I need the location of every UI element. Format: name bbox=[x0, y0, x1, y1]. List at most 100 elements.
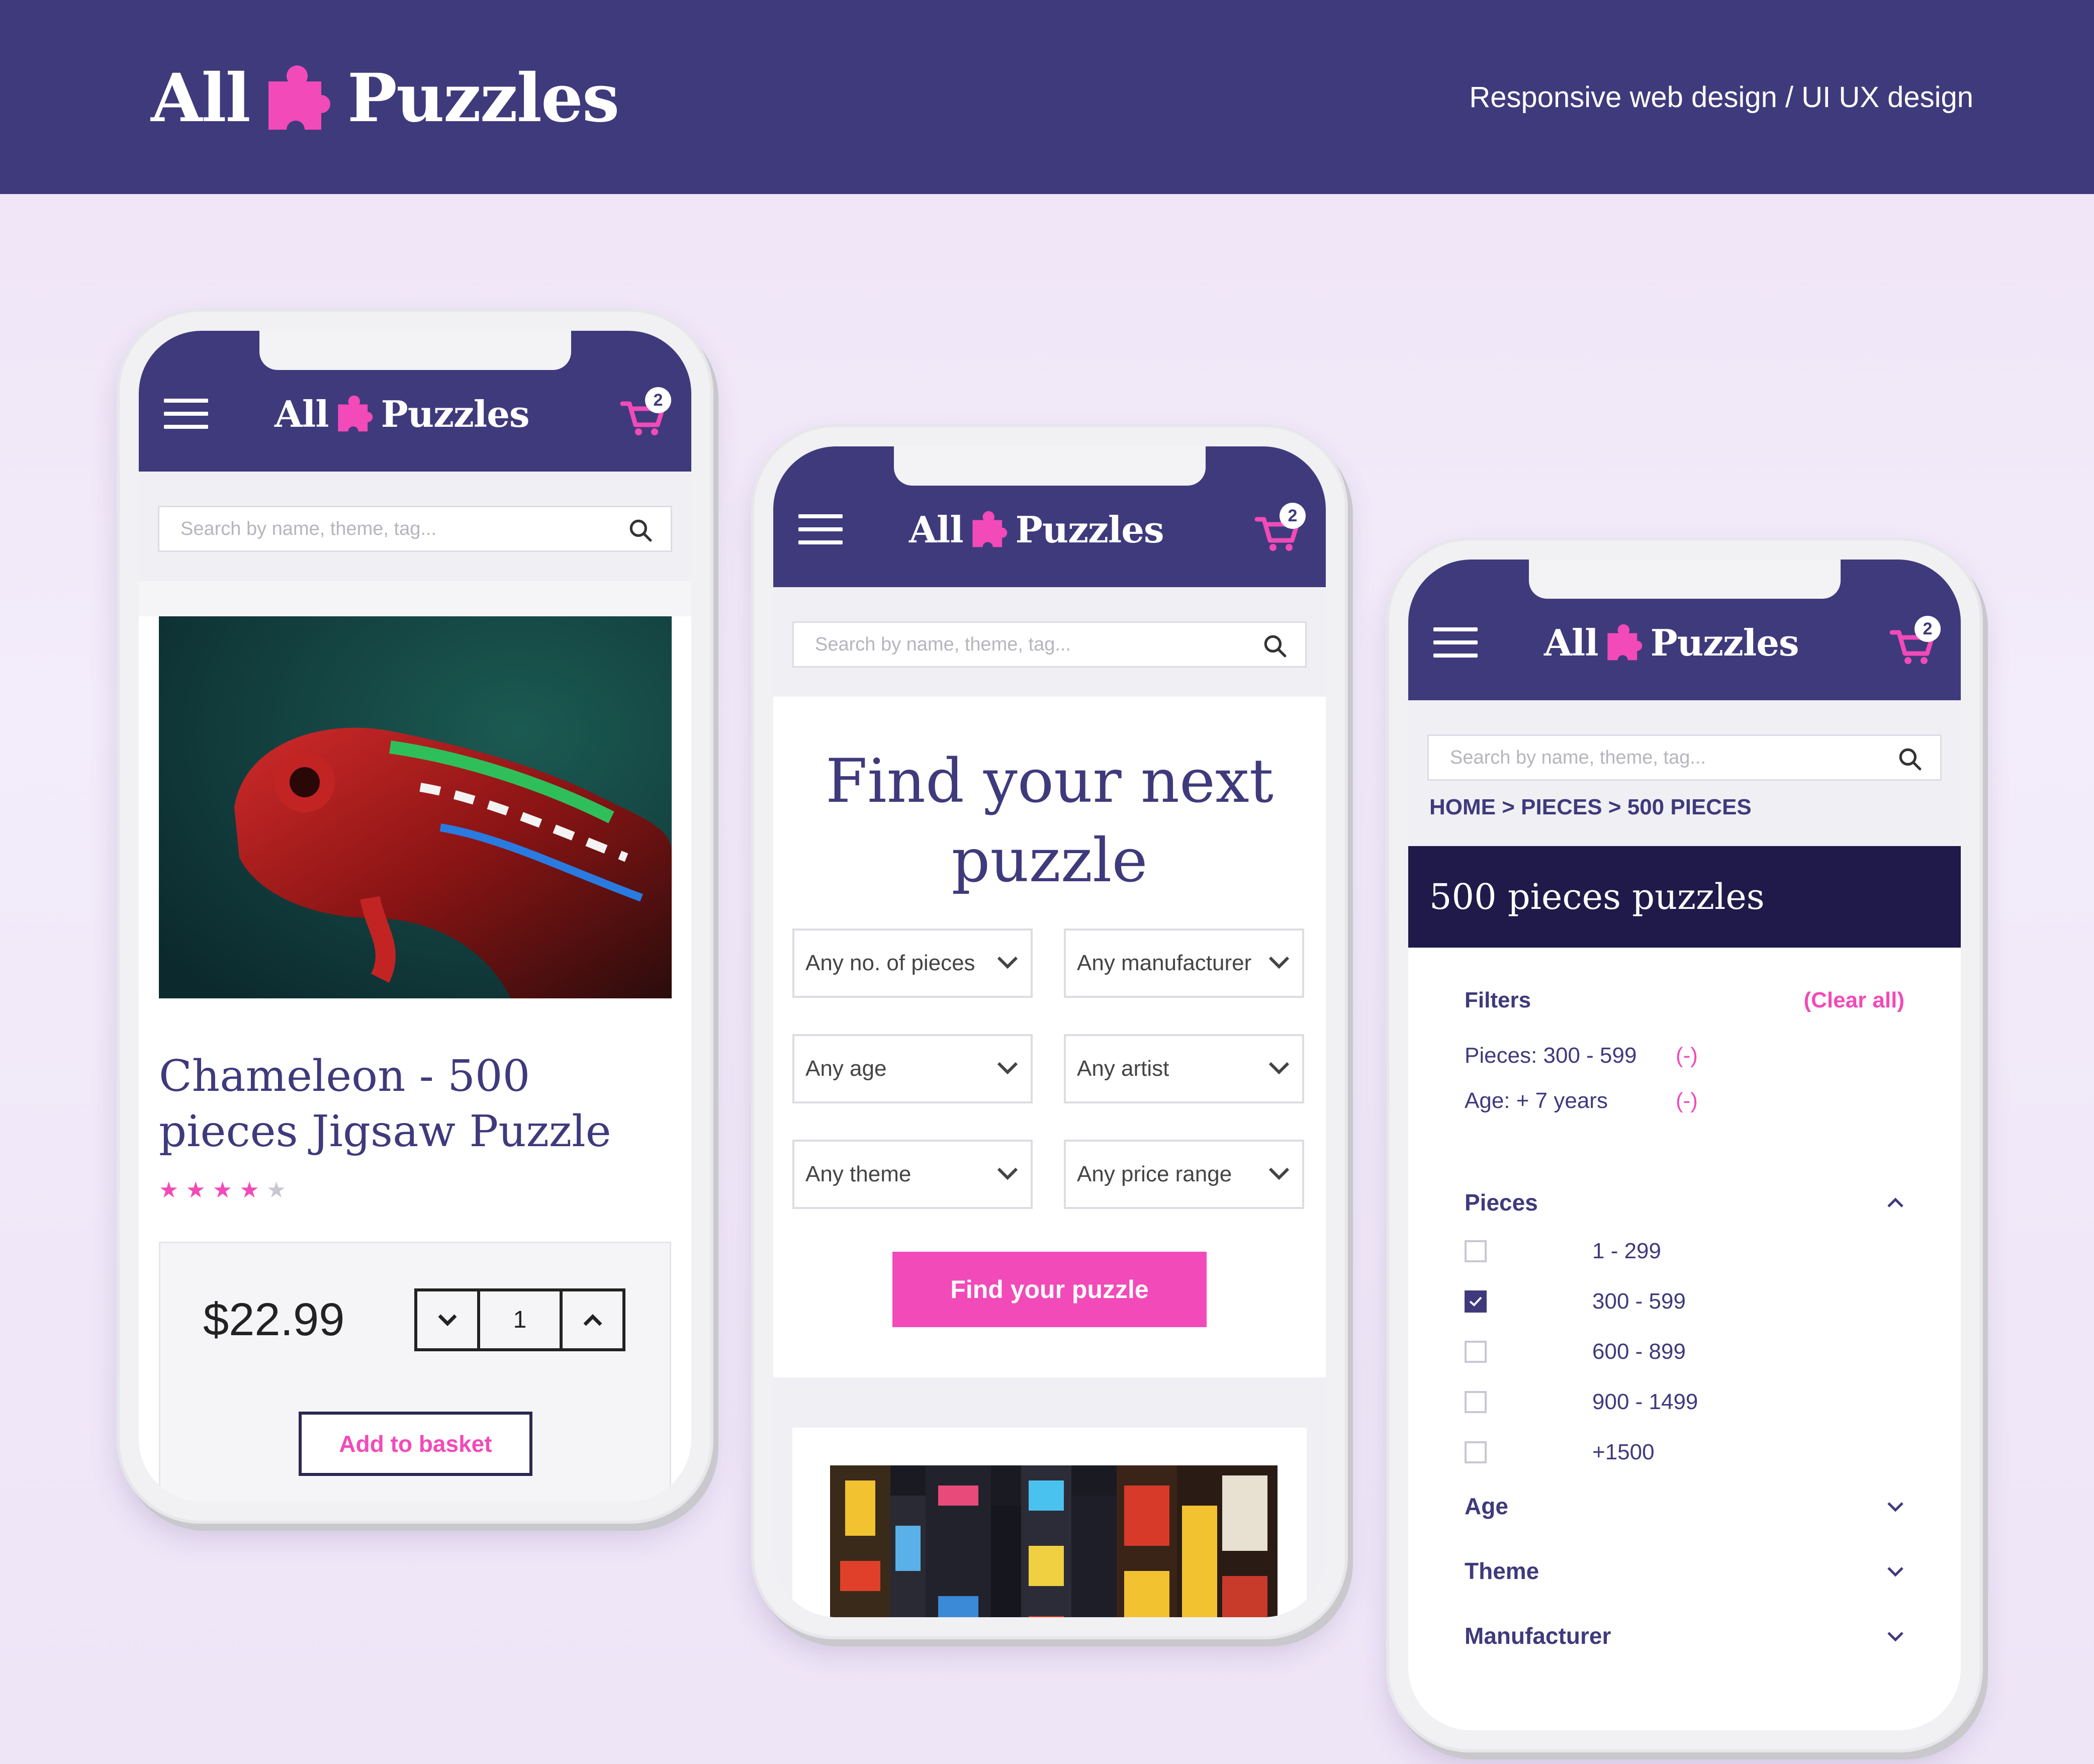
option-label: 600 - 899 bbox=[1592, 1339, 1686, 1364]
chevron-down-icon bbox=[997, 1062, 1018, 1075]
city-puzzle-image bbox=[830, 1465, 1278, 1617]
brand-text-all: All bbox=[151, 59, 251, 137]
quantity-stepper: 1 bbox=[414, 1288, 625, 1351]
search-input[interactable]: Search by name, theme, tag... bbox=[1427, 734, 1942, 781]
finder-screen: All Puzzles 2 Search by name, theme, tag… bbox=[773, 446, 1326, 1617]
search-input[interactable]: Search by name, theme, tag... bbox=[792, 621, 1307, 668]
chevron-up-icon bbox=[583, 1314, 602, 1326]
mobile-logo[interactable]: All Puzzles bbox=[275, 389, 530, 439]
star-icon: ★ bbox=[239, 1178, 259, 1202]
logo-text-all: All bbox=[1544, 621, 1599, 664]
chevron-down-icon bbox=[1268, 1062, 1290, 1075]
manufacturer-dropdown[interactable]: Any manufacturer bbox=[1064, 929, 1304, 998]
section-label: Age bbox=[1465, 1493, 1508, 1519]
increase-button[interactable] bbox=[560, 1291, 622, 1348]
price-range-dropdown[interactable]: Any price range bbox=[1064, 1140, 1304, 1209]
dropdown-value: Any age bbox=[805, 1056, 887, 1081]
dropdown-value: Any manufacturer bbox=[1077, 951, 1252, 975]
menu-icon[interactable] bbox=[164, 399, 208, 429]
remove-filter-button[interactable]: (-) bbox=[1676, 1088, 1698, 1113]
checkbox-checked[interactable] bbox=[1465, 1290, 1487, 1313]
logo-text-all: All bbox=[275, 392, 329, 435]
search-placeholder: Search by name, theme, tag... bbox=[1450, 747, 1706, 768]
product-screen: All Puzzles 2 Search by name, theme, tag… bbox=[139, 331, 691, 1502]
dropdown-value: Any artist bbox=[1077, 1056, 1169, 1081]
puzzle-finder: Find your next puzzle Any no. of pieces … bbox=[773, 697, 1326, 1377]
menu-icon[interactable] bbox=[798, 514, 843, 544]
active-filter-label: Pieces: 300 - 599 bbox=[1465, 1043, 1637, 1068]
search-icon[interactable] bbox=[1897, 746, 1923, 772]
cart-count-badge: 2 bbox=[1280, 503, 1306, 529]
age-dropdown[interactable]: Any age bbox=[792, 1034, 1033, 1103]
product-image bbox=[159, 616, 672, 998]
mobile-logo[interactable]: All Puzzles bbox=[1544, 617, 1799, 668]
piece-option[interactable]: +1500 bbox=[1465, 1427, 1904, 1477]
theme-section-toggle[interactable]: Theme bbox=[1465, 1557, 1904, 1585]
phone-finder: All Puzzles 2 Search by name, theme, tag… bbox=[754, 427, 1345, 1636]
star-rating: ★ ★ ★ ★ ★ bbox=[159, 1179, 671, 1201]
logo-text-puzzles: Puzzles bbox=[1650, 621, 1799, 664]
find-puzzle-button[interactable]: Find your puzzle bbox=[892, 1252, 1207, 1327]
logo-text-puzzles: Puzzles bbox=[381, 392, 530, 435]
chevron-down-icon bbox=[1887, 1632, 1903, 1642]
section-label: Manufacturer bbox=[1465, 1623, 1611, 1649]
clear-all-link[interactable]: (Clear all) bbox=[1803, 988, 1904, 1013]
filter-dropdowns: Any no. of pieces Any manufacturer Any a… bbox=[792, 929, 1307, 1209]
quantity-value[interactable]: 1 bbox=[480, 1291, 560, 1348]
puzzle-piece-icon bbox=[1607, 624, 1642, 661]
add-to-basket-button[interactable]: Add to basket bbox=[299, 1412, 532, 1476]
checkbox[interactable] bbox=[1465, 1240, 1487, 1262]
star-icon: ★ bbox=[186, 1178, 206, 1202]
pieces-dropdown[interactable]: Any no. of pieces bbox=[792, 929, 1033, 998]
mobile-logo[interactable]: All Puzzles bbox=[909, 504, 1164, 554]
checkbox[interactable] bbox=[1465, 1441, 1487, 1463]
piece-option[interactable]: 600 - 899 bbox=[1465, 1327, 1904, 1377]
cart-count-badge: 2 bbox=[645, 387, 671, 413]
breadcrumb-current: 500 PIECES bbox=[1627, 795, 1752, 819]
manufacturer-section-toggle[interactable]: Manufacturer bbox=[1465, 1622, 1904, 1730]
product-title: Chameleon - 500 pieces Jigsaw Puzzle bbox=[159, 1051, 611, 1157]
star-icon: ★ bbox=[266, 1178, 287, 1202]
listing-screen: All Puzzles 2 Search by name, theme, tag… bbox=[1408, 560, 1961, 1730]
logo-text-all: All bbox=[909, 508, 964, 551]
top-banner: All Puzzles Responsive web design / UI U… bbox=[0, 0, 2094, 194]
checkbox[interactable] bbox=[1465, 1341, 1487, 1363]
phone-listing: All Puzzles 2 Search by name, theme, tag… bbox=[1389, 540, 1980, 1749]
piece-option[interactable]: 900 - 1499 bbox=[1465, 1377, 1904, 1427]
piece-option[interactable]: 1 - 299 bbox=[1465, 1226, 1904, 1276]
chevron-down-icon bbox=[1268, 956, 1290, 969]
chevron-down-icon bbox=[1887, 1502, 1903, 1512]
phone-product: All Puzzles 2 Search by name, theme, tag… bbox=[120, 312, 710, 1521]
search-icon[interactable] bbox=[627, 517, 654, 543]
chevron-down-icon bbox=[997, 956, 1018, 969]
option-label: 900 - 1499 bbox=[1592, 1389, 1698, 1414]
artist-dropdown[interactable]: Any artist bbox=[1064, 1034, 1304, 1103]
breadcrumb-home[interactable]: HOME bbox=[1429, 795, 1496, 819]
search-input[interactable]: Search by name, theme, tag... bbox=[158, 506, 672, 552]
section-label: Pieces bbox=[1465, 1189, 1538, 1216]
option-label: 1 - 299 bbox=[1592, 1239, 1661, 1263]
dropdown-value: Any price range bbox=[1077, 1162, 1232, 1186]
promo-card[interactable] bbox=[792, 1428, 1307, 1617]
age-section-toggle[interactable]: Age bbox=[1465, 1493, 1904, 1520]
option-label: +1500 bbox=[1592, 1440, 1655, 1464]
purchase-box: $22.99 1 Add to basket bbox=[159, 1242, 671, 1502]
breadcrumb-separator: > bbox=[1608, 795, 1621, 819]
remove-filter-button[interactable]: (-) bbox=[1676, 1043, 1698, 1068]
filters-panel: Filters (Clear all) Pieces: 300 - 599 (-… bbox=[1408, 948, 1961, 1730]
checkmark-icon bbox=[1469, 1296, 1482, 1307]
option-label: 300 - 599 bbox=[1592, 1289, 1686, 1314]
menu-icon[interactable] bbox=[1433, 627, 1478, 658]
brand-logo: All Puzzles bbox=[151, 53, 619, 143]
checkbox[interactable] bbox=[1465, 1391, 1487, 1413]
category-title: 500 pieces puzzles bbox=[1408, 846, 1961, 948]
theme-dropdown[interactable]: Any theme bbox=[792, 1140, 1033, 1209]
search-area: Search by name, theme, tag... bbox=[1408, 700, 1961, 810]
breadcrumb-pieces[interactable]: PIECES bbox=[1521, 795, 1602, 819]
pieces-section-toggle[interactable]: Pieces bbox=[1465, 1189, 1904, 1216]
dropdown-value: Any no. of pieces bbox=[805, 951, 975, 975]
decrease-button[interactable] bbox=[417, 1291, 480, 1348]
piece-option[interactable]: 300 - 599 bbox=[1465, 1276, 1904, 1327]
search-icon[interactable] bbox=[1262, 633, 1288, 659]
dropdown-value: Any theme bbox=[805, 1162, 912, 1186]
